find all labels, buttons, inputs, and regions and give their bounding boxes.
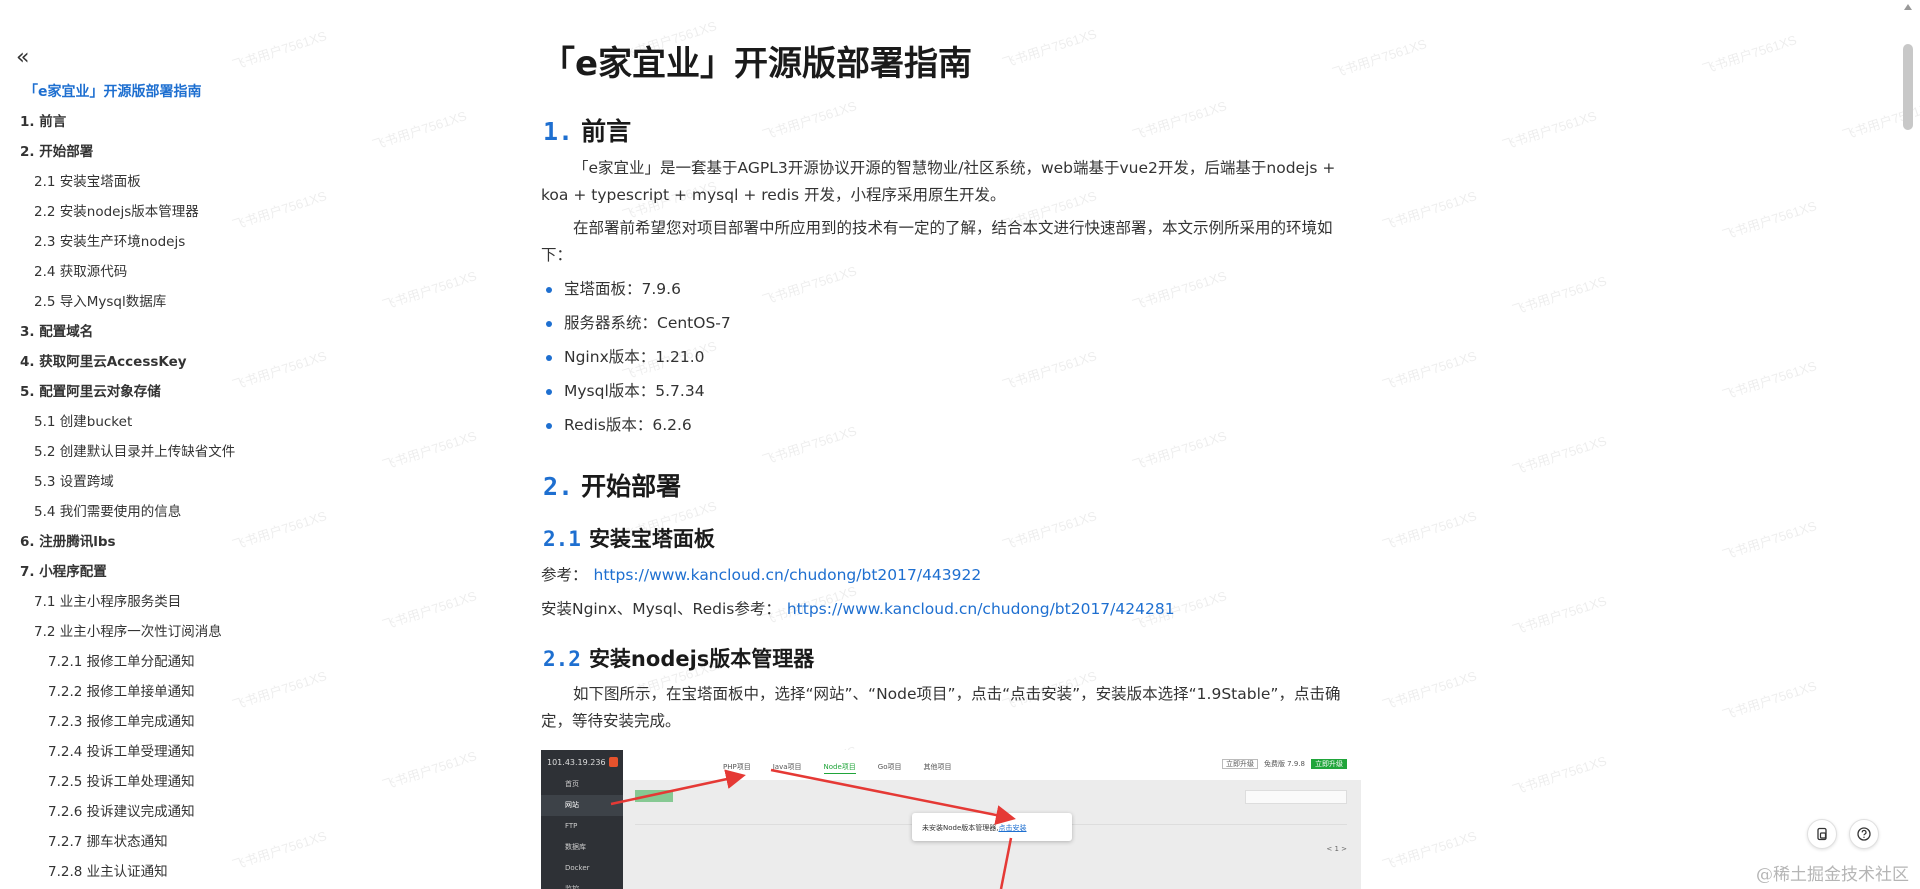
arrow-down [999, 837, 1013, 889]
toc-item[interactable]: 7.2.6 投诉建议完成通知 [0, 797, 420, 827]
intro-paragraph: 「e家宜业」是一套基于AGPL3开源协议开源的智慧物业/社区系统，web端基于v… [541, 159, 1336, 204]
section-heading-2-2: 2.2 安装nodejs版本管理器 [543, 647, 815, 671]
watermark-text: 飞书用户7561XS [1000, 508, 1099, 553]
toc-sidebar: « 「e家宜业」开源版部署指南 1. 前言 2. 开始部署 2.1 安装宝塔面板 2.2… [0, 0, 420, 889]
reference-link-1[interactable]: https://www.kancloud.cn/chudong/bt2017/4… [594, 566, 982, 584]
arrow-to-dialog [770, 768, 1016, 825]
section-heading-1: 1. 前言 [543, 117, 632, 146]
toc-item[interactable]: 5.4 我们需要使用的信息 [0, 497, 420, 527]
toc-item[interactable]: 7.1 业主小程序服务类目 [0, 587, 420, 617]
watermark-text: 飞书用户7561XS [1330, 36, 1429, 81]
reference-link-2[interactable]: https://www.kancloud.cn/chudong/bt2017/4… [787, 600, 1175, 618]
toc-list: 「e家宜业」开源版部署指南 1. 前言 2. 开始部署 2.1 安装宝塔面板 2.2 安… [0, 77, 420, 887]
section-heading-2-1: 2.1 安装宝塔面板 [543, 527, 715, 551]
toc-item[interactable]: 2.2 安装nodejs版本管理器 [0, 197, 420, 227]
toc-item[interactable]: 「e家宜业」开源版部署指南 [0, 77, 420, 107]
source-watermark: @稀土掘金技术社区 [1756, 865, 1909, 885]
watermark-text: 飞书用户7561XS [1130, 98, 1229, 143]
watermark-text: 飞书用户7561XS [1510, 753, 1609, 798]
embedded-screenshot: 101.43.19.236 首页 网站 FTP 数据库 Docker 监控 PHP项目 Ja… [541, 750, 1361, 889]
toc-item[interactable]: 5.2 创建默认目录并上传缺省文件 [0, 437, 420, 467]
toc-item[interactable]: 7.2.4 投诉工单受理通知 [0, 737, 420, 767]
toc-item[interactable]: 7.2.2 报修工单接单通知 [0, 677, 420, 707]
help-button[interactable] [1849, 819, 1879, 849]
watermark-text: 飞书用户7561XS [1700, 32, 1799, 77]
watermark-text: 飞书用户7561XS [1380, 828, 1479, 873]
toc-item[interactable]: 2.4 获取源代码 [0, 257, 420, 287]
reference-line-1: 参考： https://www.kancloud.cn/chudong/bt201… [541, 566, 982, 584]
toc-item[interactable]: 7.2.5 投诉工单处理通知 [0, 767, 420, 797]
prerequisite-paragraph: 在部署前希望您对项目部署中所应用到的技术有一定的了解，结合本文进行快速部署，本文… [541, 219, 1333, 264]
scroll-up-icon[interactable] [1904, 4, 1912, 10]
environment-item: 宝塔面板：7.9.6 [541, 274, 731, 308]
toc-item[interactable]: 7.2.1 报修工单分配通知 [0, 647, 420, 677]
toc-item[interactable]: 4. 获取阿里云AccessKey [0, 347, 420, 377]
watermark-text: 飞书用户7561XS [1720, 358, 1819, 403]
help-icon [1857, 827, 1871, 841]
annotation-arrows [610, 768, 1016, 889]
watermark-text: 飞书用户7561XS [1380, 668, 1479, 713]
vertical-scrollbar[interactable] [1903, 44, 1913, 130]
toc-item[interactable]: 3. 配置域名 [0, 317, 420, 347]
toc-item[interactable]: 2.5 导入Mysql数据库 [0, 287, 420, 317]
environment-item: 服务器系统：CentOS-7 [541, 308, 731, 342]
page-title: 「e家宜业」开源版部署指南 [541, 44, 973, 84]
section-heading-2: 2. 开始部署 [543, 472, 682, 501]
watermark-text: 飞书用户7561XS [760, 98, 859, 143]
toc-item[interactable]: 2.1 安装宝塔面板 [0, 167, 420, 197]
reference-line-2: 安装Nginx、Mysql、Redis参考： https://www.kanclo… [541, 600, 1175, 618]
watermark-text: 飞书用户7561XS [1720, 518, 1819, 563]
toc-item[interactable]: 1. 前言 [0, 107, 420, 137]
watermark-text: 飞书用户7561XS [1130, 428, 1229, 473]
toc-item[interactable]: 2.3 安装生产环境nodejs [0, 227, 420, 257]
document-icon [1817, 827, 1827, 841]
nodejs-manager-paragraph: 如下图所示，在宝塔面板中，选择“网站”、“Node项目”，点击“点击安装”，安装… [541, 685, 1341, 730]
watermark-text: 飞书用户7561XS [1510, 593, 1609, 638]
watermark-text: 飞书用户7561XS [1510, 433, 1609, 478]
toc-item[interactable]: 5. 配置阿里云对象存储 [0, 377, 420, 407]
toc-item[interactable]: 5.3 设置跨域 [0, 467, 420, 497]
toc-item[interactable]: 7. 小程序配置 [0, 557, 420, 587]
watermark-text: 飞书用户7561XS [1720, 198, 1819, 243]
toc-item[interactable]: 7.2.3 报修工单完成通知 [0, 707, 420, 737]
watermark-text: 飞书用户7561XS [1000, 26, 1099, 71]
collapse-sidebar-icon[interactable]: « [16, 47, 29, 69]
environment-list: 宝塔面板：7.9.6 服务器系统：CentOS-7 Nginx版本：1.21.0 My… [541, 274, 731, 444]
toc-item[interactable]: 7.2.8 业主认证通知 [0, 857, 420, 887]
watermark-text: 飞书用户7561XS [1510, 273, 1609, 318]
watermark-text: 飞书用户7561XS [1380, 508, 1479, 553]
copy-doc-button[interactable] [1807, 819, 1837, 849]
watermark-text: 飞书用户7561XS [1380, 188, 1479, 233]
watermark-text: 飞书用户7561XS [1500, 108, 1599, 153]
arrow-to-tab [610, 769, 746, 806]
toc-item[interactable]: 7.2.7 挪车状态通知 [0, 827, 420, 857]
environment-item: Redis版本：6.2.6 [541, 410, 731, 444]
toc-item[interactable]: 6. 注册腾讯lbs [0, 527, 420, 557]
watermark-text: 飞书用户7561XS [1380, 348, 1479, 393]
watermark-text: 飞书用户7561XS [1000, 348, 1099, 393]
toc-item[interactable]: 2. 开始部署 [0, 137, 420, 167]
watermark-text: 飞书用户7561XS [1720, 678, 1819, 723]
toc-item[interactable]: 7.2 业主小程序一次性订阅消息 [0, 617, 420, 647]
environment-item: Mysql版本：5.7.34 [541, 376, 731, 410]
environment-item: Nginx版本：1.21.0 [541, 342, 731, 376]
toc-item[interactable]: 5.1 创建bucket [0, 407, 420, 437]
watermark-text: 飞书用户7561XS [760, 423, 859, 468]
watermark-text: 飞书用户7561XS [1130, 268, 1229, 313]
